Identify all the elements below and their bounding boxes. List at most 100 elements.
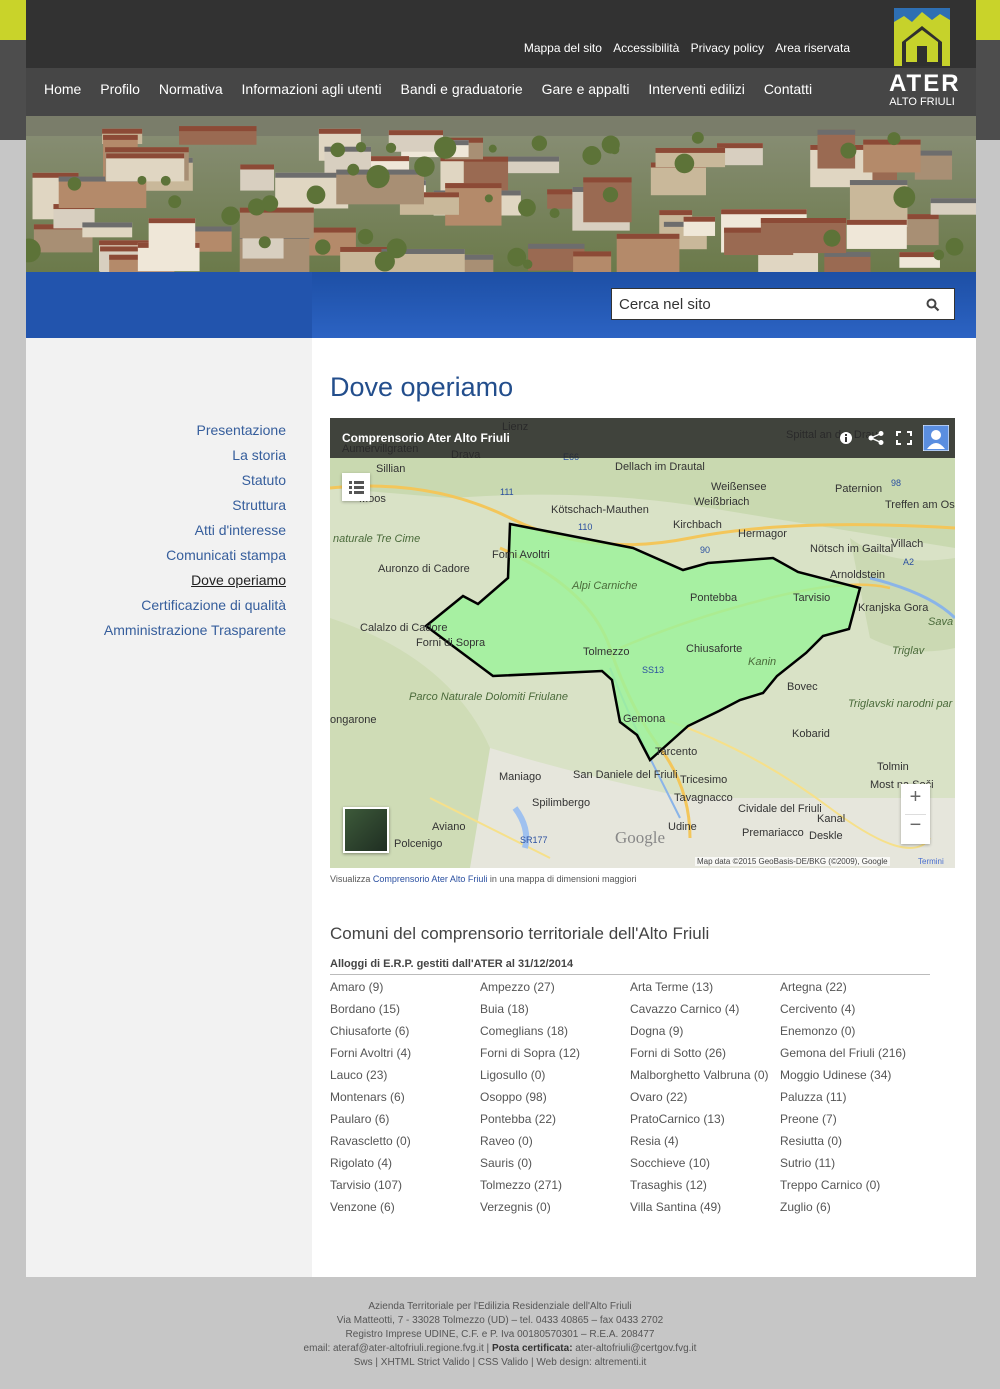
banner-tree xyxy=(933,249,945,261)
map-legend-button[interactable] xyxy=(342,473,370,501)
comune-item: Sauris (0) xyxy=(480,1156,533,1170)
map-place-label: naturale Tre Cime xyxy=(333,533,420,545)
map-canvas[interactable]: LienzSpittal an der DrauSillianDellach i… xyxy=(330,418,955,868)
map-place-label: Kranjska Gora xyxy=(858,602,929,614)
map-place-label: 98 xyxy=(891,478,901,488)
nav-normativa[interactable]: Normativa xyxy=(159,81,223,97)
nav-home[interactable]: Home xyxy=(44,81,81,97)
sidebar-item-la-storia[interactable]: La storia xyxy=(104,447,286,472)
comune-item: Venzone (6) xyxy=(330,1200,395,1214)
sidebar-item-struttura[interactable]: Struttura xyxy=(104,497,286,522)
map-place-label: Bovec xyxy=(787,681,818,693)
comune-item: Ampezzo (27) xyxy=(480,980,555,994)
footer-separator: | xyxy=(483,1343,492,1354)
banner-tree xyxy=(414,156,435,177)
satellite-toggle[interactable] xyxy=(343,807,389,853)
footer-email-link[interactable]: ateraf@ater-altofriuli.regione.fvg.it xyxy=(333,1343,484,1354)
footer-address: Via Matteotti, 7 - 33028 Tolmezzo (UD) –… xyxy=(336,1315,664,1326)
nav-profilo[interactable]: Profilo xyxy=(100,81,140,97)
map-place-label: SS13 xyxy=(642,665,664,675)
banner-tree xyxy=(840,142,857,159)
zoom-out-button[interactable]: − xyxy=(901,814,930,837)
map-place-label: Pontebba xyxy=(690,592,738,604)
account-avatar-icon[interactable] xyxy=(923,425,949,451)
link-accessibilita[interactable]: Accessibilità xyxy=(613,41,679,55)
map-place-label: Sava xyxy=(928,616,953,628)
sidebar-item-atti-interesse[interactable]: Atti d'interesse xyxy=(104,522,286,547)
comune-item: Resiutta (0) xyxy=(780,1134,843,1148)
banner-tree xyxy=(691,131,704,144)
link-privacy-policy[interactable]: Privacy policy xyxy=(691,41,764,55)
caption-suffix: in una mappa di dimensioni maggiori xyxy=(487,874,637,884)
nav-interventi-edilizi[interactable]: Interventi edilizi xyxy=(648,81,745,97)
map-terms-link[interactable]: Termini xyxy=(918,857,944,866)
link-mappa-del-sito[interactable]: Mappa del sito xyxy=(524,41,602,55)
banner-tree xyxy=(258,236,271,249)
fullscreen-icon[interactable] xyxy=(896,431,912,445)
map-place-label: Dellach im Drautal xyxy=(615,461,705,473)
banner-tree xyxy=(582,146,602,165)
map-place-label: Tolmin xyxy=(877,761,909,773)
comune-item: PratoCarnico (13) xyxy=(630,1112,725,1126)
ater-logo[interactable]: ATER ALTO FRIULI xyxy=(889,8,961,110)
map-place-label: Tarvisio xyxy=(793,592,830,604)
comune-item: Malborghetto Valbruna (0) xyxy=(630,1068,769,1082)
nav-contatti[interactable]: Contatti xyxy=(764,81,812,97)
comune-item: Cercivento (4) xyxy=(780,1002,856,1016)
map-place-label: Hermagor xyxy=(738,528,787,540)
sidebar-item-dove-operiamo[interactable]: Dove operiamo xyxy=(104,572,286,597)
map-place-label: Tolmezzo xyxy=(583,646,629,658)
zoom-in-button[interactable]: + xyxy=(901,786,930,809)
sidebar-item-presentazione[interactable]: Presentazione xyxy=(104,422,286,447)
banner-roof xyxy=(102,128,143,134)
utility-links: Mappa del sito Accessibilità Privacy pol… xyxy=(516,41,850,55)
info-icon[interactable] xyxy=(840,432,852,444)
logo-name: ATER xyxy=(889,70,961,97)
larger-map-link[interactable]: Comprensorio Ater Alto Friuli xyxy=(373,874,488,884)
map-place-label: Forni di Sopra xyxy=(416,637,486,649)
map-header: Comprensorio Ater Alto Friuli xyxy=(330,418,955,458)
comune-item: Ligosullo (0) xyxy=(480,1068,546,1082)
sidebar-item-certificazione[interactable]: Certificazione di qualità xyxy=(104,597,286,622)
banner-tree xyxy=(531,135,548,151)
nav-gare-appalti[interactable]: Gare e appalti xyxy=(542,81,630,97)
banner-building xyxy=(148,218,196,253)
footer-email-label: email: xyxy=(303,1343,333,1354)
search-band-left xyxy=(26,272,312,338)
search-icon[interactable] xyxy=(926,298,940,312)
banner-roof xyxy=(106,153,185,159)
banner-tree xyxy=(366,165,390,189)
share-icon[interactable] xyxy=(868,431,884,445)
map-place-label: Udine xyxy=(668,821,697,833)
comune-item: Forni di Sopra (12) xyxy=(480,1046,581,1060)
comune-item: Bordano (15) xyxy=(330,1002,401,1016)
sidebar: Presentazione La storia Statuto Struttur… xyxy=(26,338,312,1277)
map-title: Comprensorio Ater Alto Friuli xyxy=(342,431,510,445)
google-logo: Google xyxy=(615,828,666,847)
map-place-label: Treffen am Ossiacher See xyxy=(885,499,955,511)
banner-roof xyxy=(817,129,856,135)
embedded-map[interactable]: LienzSpittal an der DrauSillianDellach i… xyxy=(330,418,955,868)
banner-tree xyxy=(355,141,367,153)
map-place-label: Premariacco xyxy=(742,827,804,839)
link-area-riservata[interactable]: Area riservata xyxy=(775,41,850,55)
footer-pec-link[interactable]: ater-altofriuli@certgov.fvg.it xyxy=(573,1343,696,1354)
banner-tree xyxy=(374,251,395,272)
map-place-label: Parco Naturale Dolomiti Friulane xyxy=(409,691,568,703)
comune-item: Pontebba (22) xyxy=(480,1112,557,1126)
map-caption: Visualizza Comprensorio Ater Alto Friuli… xyxy=(330,874,637,884)
nav-bandi-graduatorie[interactable]: Bandi e graduatorie xyxy=(400,81,522,97)
search-input[interactable]: Cerca nel sito xyxy=(611,288,955,320)
sidebar-item-statuto[interactable]: Statuto xyxy=(104,472,286,497)
sidebar-item-amministrazione-trasparente[interactable]: Amministrazione Trasparente xyxy=(104,622,286,647)
comune-item: Forni Avoltri (4) xyxy=(330,1046,412,1060)
sidebar-item-comunicati-stampa[interactable]: Comunicati stampa xyxy=(104,547,286,572)
map-place-label: 90 xyxy=(700,545,710,555)
nav-informazioni-utenti[interactable]: Informazioni agli utenti xyxy=(242,81,382,97)
comune-item: Lauco (23) xyxy=(330,1068,388,1082)
map-place-label: Weißensee xyxy=(711,481,766,493)
logo-house-icon xyxy=(894,8,950,66)
banner-roof xyxy=(721,209,807,215)
map-place-label: 111 xyxy=(500,487,514,497)
comune-item: Resia (4) xyxy=(630,1134,679,1148)
